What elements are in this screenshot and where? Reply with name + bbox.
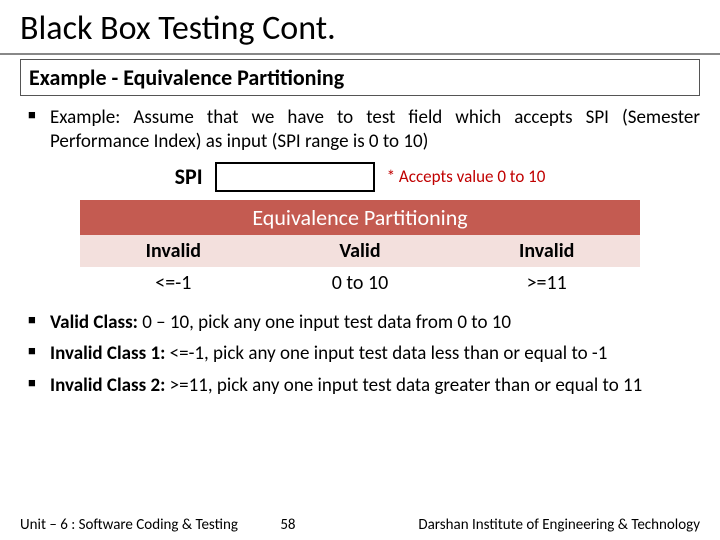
eq-header-cell: Invalid bbox=[80, 235, 267, 267]
bullet-bold: Invalid Class 2: bbox=[50, 374, 165, 397]
eq-header-cell: Invalid bbox=[453, 235, 640, 267]
bullet-item: Example: Assume that we have to test fie… bbox=[28, 106, 700, 154]
slide-title: Black Box Testing Cont. bbox=[20, 0, 700, 53]
bullet-item: Valid Class: 0 – 10, pick any one input … bbox=[28, 311, 700, 335]
spi-row: SPI * Accepts value 0 to 10 bbox=[20, 162, 700, 192]
eq-value-cell: >=11 bbox=[453, 267, 640, 299]
footer-institute: Darshan Institute of Engineering & Techn… bbox=[338, 516, 700, 534]
eq-value-cell: <=-1 bbox=[80, 267, 267, 299]
footer-unit: Unit – 6 : Software Coding & Testing bbox=[20, 516, 238, 534]
footer-page: 58 bbox=[258, 516, 318, 534]
bullet-rest: 0 – 10, pick any one input test data fro… bbox=[138, 311, 511, 334]
bullet-rest: <=-1, pick any one input test data less … bbox=[165, 342, 607, 365]
spi-label: SPI bbox=[175, 163, 203, 190]
subtitle-box: Example - Equivalence Partitioning bbox=[20, 59, 700, 96]
eq-header-row: Invalid Valid Invalid bbox=[80, 235, 640, 267]
eq-value-cell: 0 to 10 bbox=[267, 267, 454, 299]
bottom-bullets: Valid Class: 0 – 10, pick any one input … bbox=[20, 311, 700, 398]
title-divider bbox=[0, 53, 720, 55]
bullet-rest: >=11, pick any one input test data great… bbox=[165, 374, 642, 397]
eq-value-row: <=-1 0 to 10 >=11 bbox=[80, 267, 640, 299]
eq-title: Equivalence Partitioning bbox=[80, 200, 640, 235]
bullet-bold: Valid Class: bbox=[50, 311, 138, 334]
bullet-item: Invalid Class 2: >=11, pick any one inpu… bbox=[28, 374, 700, 398]
footer: Unit – 6 : Software Coding & Testing 58 … bbox=[0, 516, 720, 534]
spi-note: * Accepts value 0 to 10 bbox=[387, 166, 546, 187]
bullet-bold: Invalid Class 1: bbox=[50, 342, 165, 365]
equivalence-table: Equivalence Partitioning Invalid Valid I… bbox=[80, 200, 640, 299]
bullet-item: Invalid Class 1: <=-1, pick any one inpu… bbox=[28, 342, 700, 366]
eq-header-cell: Valid bbox=[267, 235, 454, 267]
top-bullets: Example: Assume that we have to test fie… bbox=[20, 106, 700, 154]
spi-input-box[interactable] bbox=[215, 162, 375, 192]
